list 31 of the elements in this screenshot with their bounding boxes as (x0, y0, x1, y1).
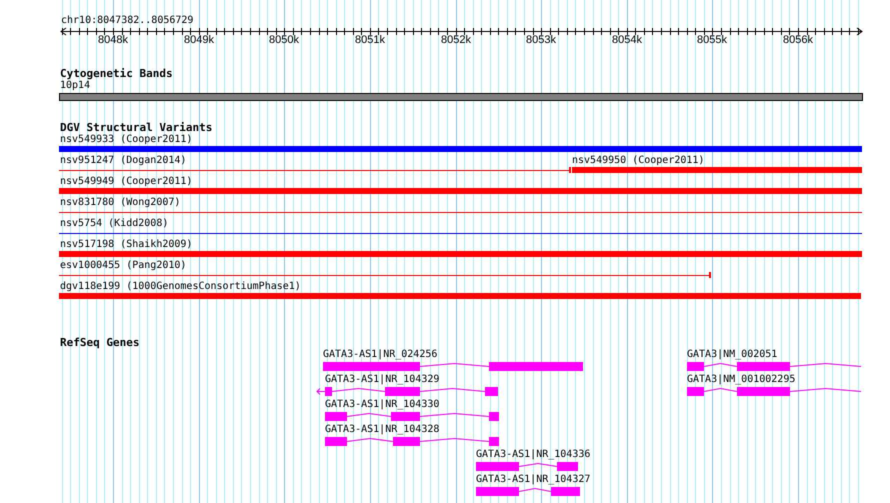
tick-label: 8049k (183, 35, 215, 46)
variant-label: nsv517198 (Shaikh2009) (60, 240, 192, 250)
track-title: DGV Structural Variants (60, 122, 212, 133)
band-label: 10p14 (60, 81, 90, 91)
gene-label: GATA3-AS1|NR_104327 (476, 475, 590, 485)
gene-label: GATA3-AS1|NR_104329 (325, 375, 440, 385)
tick-label: 8056k (782, 35, 814, 46)
variant-label: nsv5754 (Kidd2008) (60, 219, 168, 229)
gene-label: GATA3-AS1|NR_104330 (325, 400, 440, 410)
variant-label: nsv951247 (Dogan2014) (60, 156, 186, 166)
variant-label: nsv831780 (Wong2007) (60, 198, 180, 208)
tick-label: 8053k (525, 35, 557, 46)
tick-label: 8051k (354, 35, 386, 46)
gene-label: GATA3-AS1|NR_024256 (323, 350, 438, 360)
variant-label: dgv118e199 (1000GenomesConsortiumPhase1) (60, 282, 301, 292)
gene-label: GATA3|NM_001002295 (687, 375, 796, 385)
track-title: Cytogenetic Bands (60, 68, 173, 79)
variant-label: nsv549933 (Cooper2011) (60, 135, 192, 145)
tick-label: 8055k (696, 35, 728, 46)
tick-label: 8050k (268, 35, 300, 46)
tick-label: 8052k (440, 35, 472, 46)
gene-label: GATA3-AS1|NR_104336 (476, 450, 590, 460)
variant-label: esv1000455 (Pang2010) (60, 261, 186, 271)
region-label: chr10:8047382..8056729 (61, 16, 194, 26)
variant-label: nsv549949 (Cooper2011) (60, 177, 192, 187)
variant-label: nsv549950 (Cooper2011) (572, 156, 704, 166)
gene-label: GATA3|NM_002051 (687, 350, 778, 360)
track-title: RefSeq Genes (60, 337, 140, 348)
gene-label: GATA3-AS1|NR_104328 (325, 425, 440, 435)
tick-label: 8054k (611, 35, 643, 46)
tick-label: 8048k (97, 35, 129, 46)
